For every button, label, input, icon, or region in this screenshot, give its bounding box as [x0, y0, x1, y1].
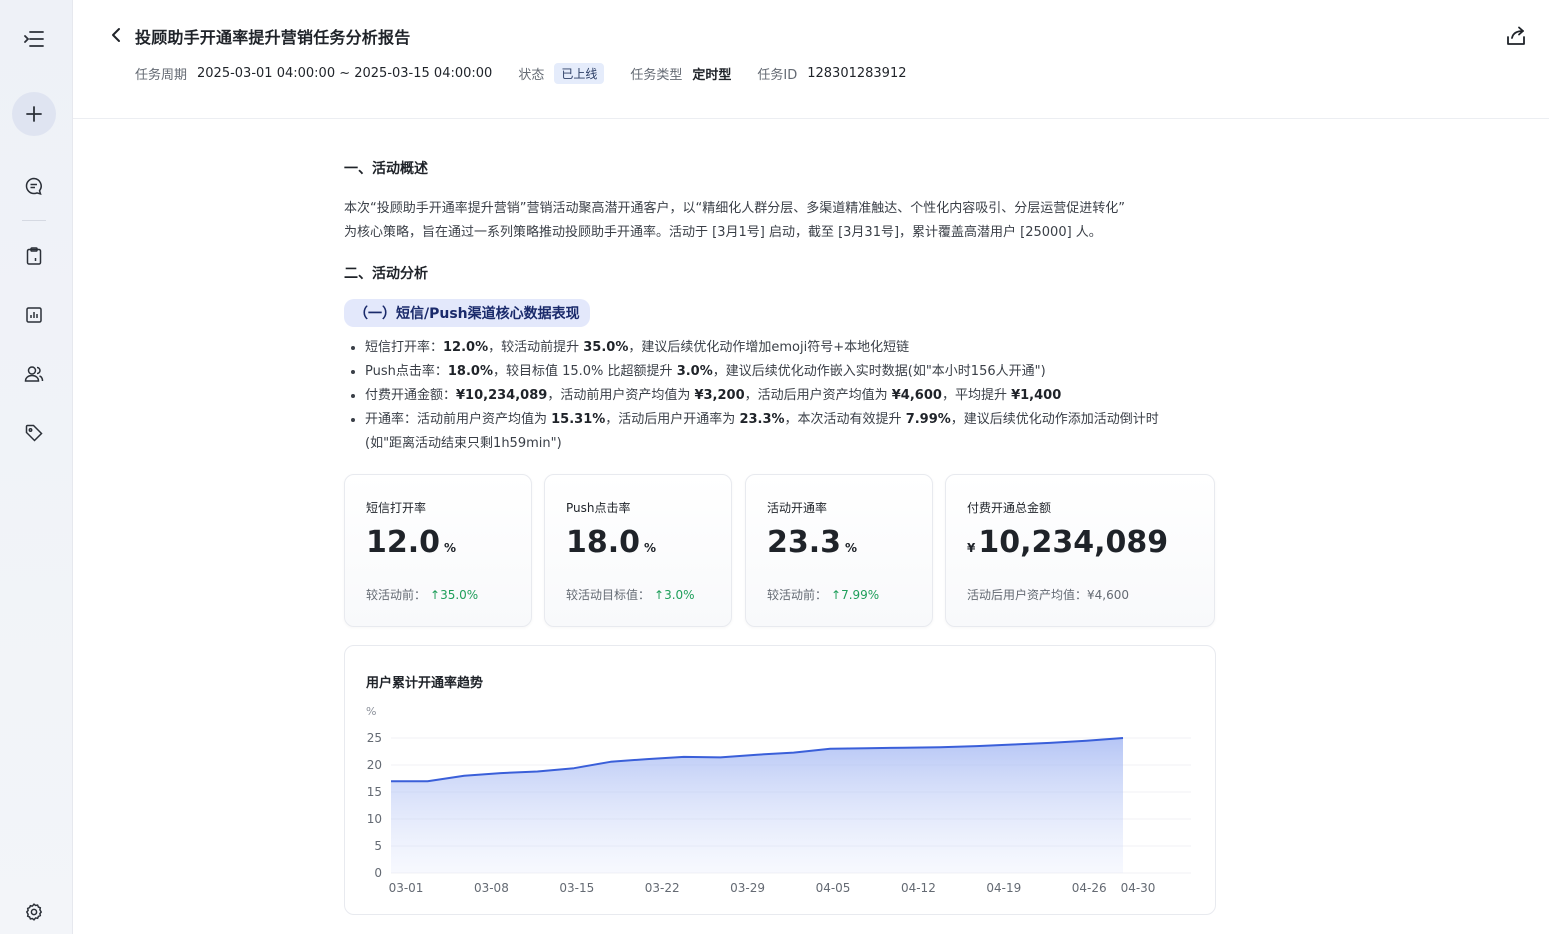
x-tick-label: 03-22 [645, 881, 680, 895]
type-label: 任务类型 [630, 67, 683, 83]
status-label: 状态 [518, 67, 545, 83]
chart-icon[interactable] [20, 301, 48, 329]
kpi-card-paid-amount: 付费开通总金额 ¥10,234,089 活动后用户资产均值：¥4,600 [945, 474, 1215, 627]
section1-heading: 一、活动概述 [344, 161, 428, 177]
x-tick-label: 04-05 [816, 881, 851, 895]
x-tick-label: 04-19 [986, 881, 1021, 895]
y-axis-unit: % [366, 705, 376, 718]
x-tick-label: 03-15 [559, 881, 594, 895]
overview-line-1: 本次“投顾助手开通率提升营销”营销活动聚高潜开通客户，以“精细化人群分层、多渠道… [344, 201, 1125, 216]
period-value: 2025-03-01 04:00:00 ~ 2025-03-15 04:00:0… [197, 65, 493, 81]
channel-bullets: 短信打开率：12.0%，较活动前提升 35.0%，建议后续优化动作增加emoji… [344, 336, 1224, 456]
sidebar-divider [22, 220, 46, 221]
report-header: 投顾助手开通率提升营销任务分析报告 任务周期 2025-03-01 04:00:… [73, 0, 1549, 119]
y-tick-label: 10 [367, 812, 382, 826]
kpi-footer: 较活动前： ↑35.0% [366, 588, 479, 602]
id-value: 128301283912 [807, 65, 907, 81]
kpi-card-activation: 活动开通率 23.3% 较活动前： ↑7.99% [745, 474, 933, 627]
trend-chart-card: 用户累计开通率趋势 % 0 5 10 15 20 25 03-01 03-08 03-15 03-2… [344, 645, 1216, 915]
page-title: 投顾助手开通率提升营销任务分析报告 [135, 28, 411, 47]
menu-collapse-icon[interactable] [20, 25, 48, 53]
period-label: 任务周期 [135, 67, 188, 83]
kpi-card-push-click: Push点击率 18.0% 较活动目标值： ↑3.0% [544, 474, 732, 627]
list-item: Push点击率：18.0%，较目标值 15.0% 比超额提升 3.0%，建议后续… [344, 360, 1224, 384]
task-meta: 任务周期 2025-03-01 04:00:00 ~ 2025-03-15 04… [135, 62, 933, 84]
kpi-label: 活动开通率 [767, 501, 828, 515]
overview-line-2: 为核心策略，旨在通过一系列策略推动投顾助手开通率。活动于 [3月1号] 启动，截… [344, 225, 1102, 240]
kpi-value: 23.3% [767, 525, 858, 560]
plus-icon [26, 106, 42, 122]
x-tick-label: 03-01 [389, 881, 424, 895]
y-tick-label: 20 [367, 758, 382, 772]
clipboard-icon[interactable] [20, 242, 48, 270]
kpi-value: ¥10,234,089 [967, 525, 1169, 560]
kpi-footer: 较活动前： ↑7.99% [767, 588, 880, 602]
list-item: 付费开通金额：¥10,234,089，活动前用户资产均值为 ¥3,200，活动后… [344, 384, 1224, 408]
x-tick-label: 03-29 [730, 881, 765, 895]
y-tick-label: 25 [367, 731, 382, 745]
kpi-label: 短信打开率 [366, 501, 427, 515]
arrow-up-icon: ↑ [430, 588, 441, 602]
status-badge: 已上线 [554, 62, 605, 84]
tag-icon[interactable] [20, 419, 48, 447]
series-area [391, 738, 1123, 873]
channel-subheading: （一）短信/Push渠道核心数据表现 [344, 299, 590, 327]
users-icon[interactable] [20, 360, 48, 388]
kpi-cards: 短信打开率 12.0% 较活动前： ↑35.0% Push点击率 18.0% 较活… [344, 474, 1216, 627]
settings-icon[interactable] [20, 898, 48, 926]
y-tick-label: 0 [374, 866, 382, 880]
x-tick-label: 04-12 [901, 881, 936, 895]
x-tick-label: 04-30 [1121, 881, 1156, 895]
share-icon[interactable] [1505, 25, 1527, 47]
kpi-label: Push点击率 [566, 501, 631, 515]
back-icon[interactable] [109, 26, 125, 44]
kpi-card-sms-open: 短信打开率 12.0% 较活动前： ↑35.0% [344, 474, 532, 627]
kpi-label: 付费开通总金额 [967, 501, 1052, 515]
x-tick-label: 04-26 [1072, 881, 1107, 895]
kpi-value: 18.0% [566, 525, 657, 560]
list-item: 开通率：活动前用户资产均值为 15.31%，活动后用户开通率为 23.3%，本次… [344, 408, 1224, 456]
list-item: 短信打开率：12.0%，较活动前提升 35.0%，建议后续优化动作增加emoji… [344, 336, 1224, 360]
y-tick-label: 5 [374, 839, 382, 853]
overview-paragraph: 本次“投顾助手开通率提升营销”营销活动聚高潜开通客户，以“精细化人群分层、多渠道… [344, 197, 1224, 245]
section2-heading: 二、活动分析 [344, 266, 428, 282]
kpi-footer: 活动后用户资产均值：¥4,600 [967, 588, 1129, 602]
type-value: 定时型 [692, 67, 732, 83]
sidebar [0, 0, 73, 934]
add-button[interactable] [12, 92, 56, 136]
kpi-value: 12.0% [366, 525, 457, 560]
id-label: 任务ID [757, 67, 798, 83]
arrow-up-icon: ↑ [654, 588, 665, 602]
arrow-up-icon: ↑ [831, 588, 842, 602]
kpi-footer: 较活动目标值： ↑3.0% [566, 588, 695, 602]
trend-chart: % 0 5 10 15 20 25 03-01 03-08 03-15 03-22 03-29 04-0… [366, 705, 1191, 895]
x-tick-label: 03-08 [474, 881, 509, 895]
y-tick-label: 15 [367, 785, 382, 799]
chat-icon[interactable] [20, 172, 48, 200]
